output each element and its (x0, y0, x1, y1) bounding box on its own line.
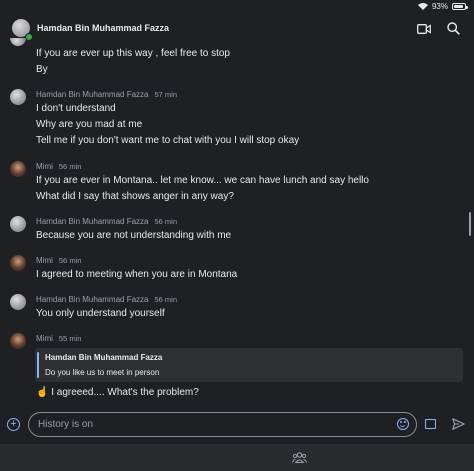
status-bar: 93% (0, 0, 474, 14)
message-meta: Mimi 56 min (36, 162, 81, 171)
timestamp: 56 min (58, 162, 82, 171)
avatar[interactable] (10, 255, 26, 271)
message-text: ☝️ I agreeed.... What's the problem? (36, 387, 199, 398)
scrollbar[interactable] (469, 212, 471, 236)
timestamp: 56 min (154, 295, 178, 304)
people-icon[interactable] (292, 452, 307, 463)
chat-title[interactable]: Hamdan Bin Muhammad Fazza (37, 23, 169, 33)
timestamp: 57 min (154, 90, 178, 99)
message-meta: Hamdan Bin Muhammad Fazza 56 min (36, 217, 177, 226)
wifi-icon (417, 3, 428, 10)
quoted-author: Hamdan Bin Muhammad Fazza (45, 353, 163, 362)
message-meta: Hamdan Bin Muhammad Fazza 57 min (36, 90, 177, 99)
add-button[interactable]: + (7, 418, 20, 431)
avatar[interactable] (10, 161, 26, 177)
timestamp: 56 min (154, 217, 178, 226)
image-upload-icon[interactable] (425, 419, 436, 429)
video-call-icon[interactable] (417, 24, 431, 34)
message-text: If you are ever up this way , feel free … (36, 48, 230, 59)
search-icon[interactable] (447, 22, 460, 35)
message-input-placeholder: History is on (38, 419, 94, 430)
sender-name: Mimi (36, 256, 53, 265)
send-icon[interactable] (452, 418, 465, 430)
avatar[interactable] (10, 38, 26, 46)
sender-name: Hamdan Bin Muhammad Fazza (36, 217, 149, 226)
avatar[interactable] (10, 89, 26, 105)
avatar[interactable] (10, 333, 26, 349)
message-text: You only understand yourself (36, 308, 165, 319)
sender-name: Mimi (36, 162, 53, 171)
status-indicators: 93% (417, 2, 468, 11)
message-text: Why are you mad at me (36, 119, 143, 130)
sender-name: Hamdan Bin Muhammad Fazza (36, 90, 149, 99)
message-meta: Mimi 55 min (36, 334, 81, 343)
message-text: By (36, 64, 48, 75)
quote-bar (37, 352, 39, 378)
message-text: Tell me if you don't want me to chat wit… (36, 135, 300, 146)
message-text: Because you are not understanding with m… (36, 230, 232, 241)
emoji-icon[interactable] (397, 418, 409, 430)
avatar[interactable] (10, 216, 26, 232)
message-text: What did I say that shows anger in any w… (36, 191, 234, 202)
bottom-bar (0, 444, 474, 471)
message-input[interactable]: History is on (28, 412, 417, 437)
message-list[interactable]: If you are ever up this way , feel free … (0, 38, 474, 410)
battery-percent: 93% (431, 2, 448, 11)
quoted-text: Do you like us to meet in person (45, 368, 160, 377)
avatar[interactable] (10, 294, 26, 310)
timestamp: 55 min (58, 334, 82, 343)
message-text: If you are ever in Montana.. let me know… (36, 175, 369, 186)
sender-name: Mimi (36, 334, 53, 343)
message-meta: Mimi 56 min (36, 256, 81, 265)
composer: + History is on (0, 410, 474, 440)
battery-fill (454, 5, 464, 8)
message-text: I agreed to meeting when you are in Mont… (36, 269, 238, 280)
sender-name: Hamdan Bin Muhammad Fazza (36, 295, 149, 304)
timestamp: 56 min (58, 256, 82, 265)
battery-icon (452, 3, 468, 10)
message-meta: Hamdan Bin Muhammad Fazza 56 min (36, 295, 177, 304)
message-text: I don't understand (36, 103, 116, 114)
quoted-message[interactable]: Hamdan Bin Muhammad Fazza Do you like us… (35, 348, 463, 382)
